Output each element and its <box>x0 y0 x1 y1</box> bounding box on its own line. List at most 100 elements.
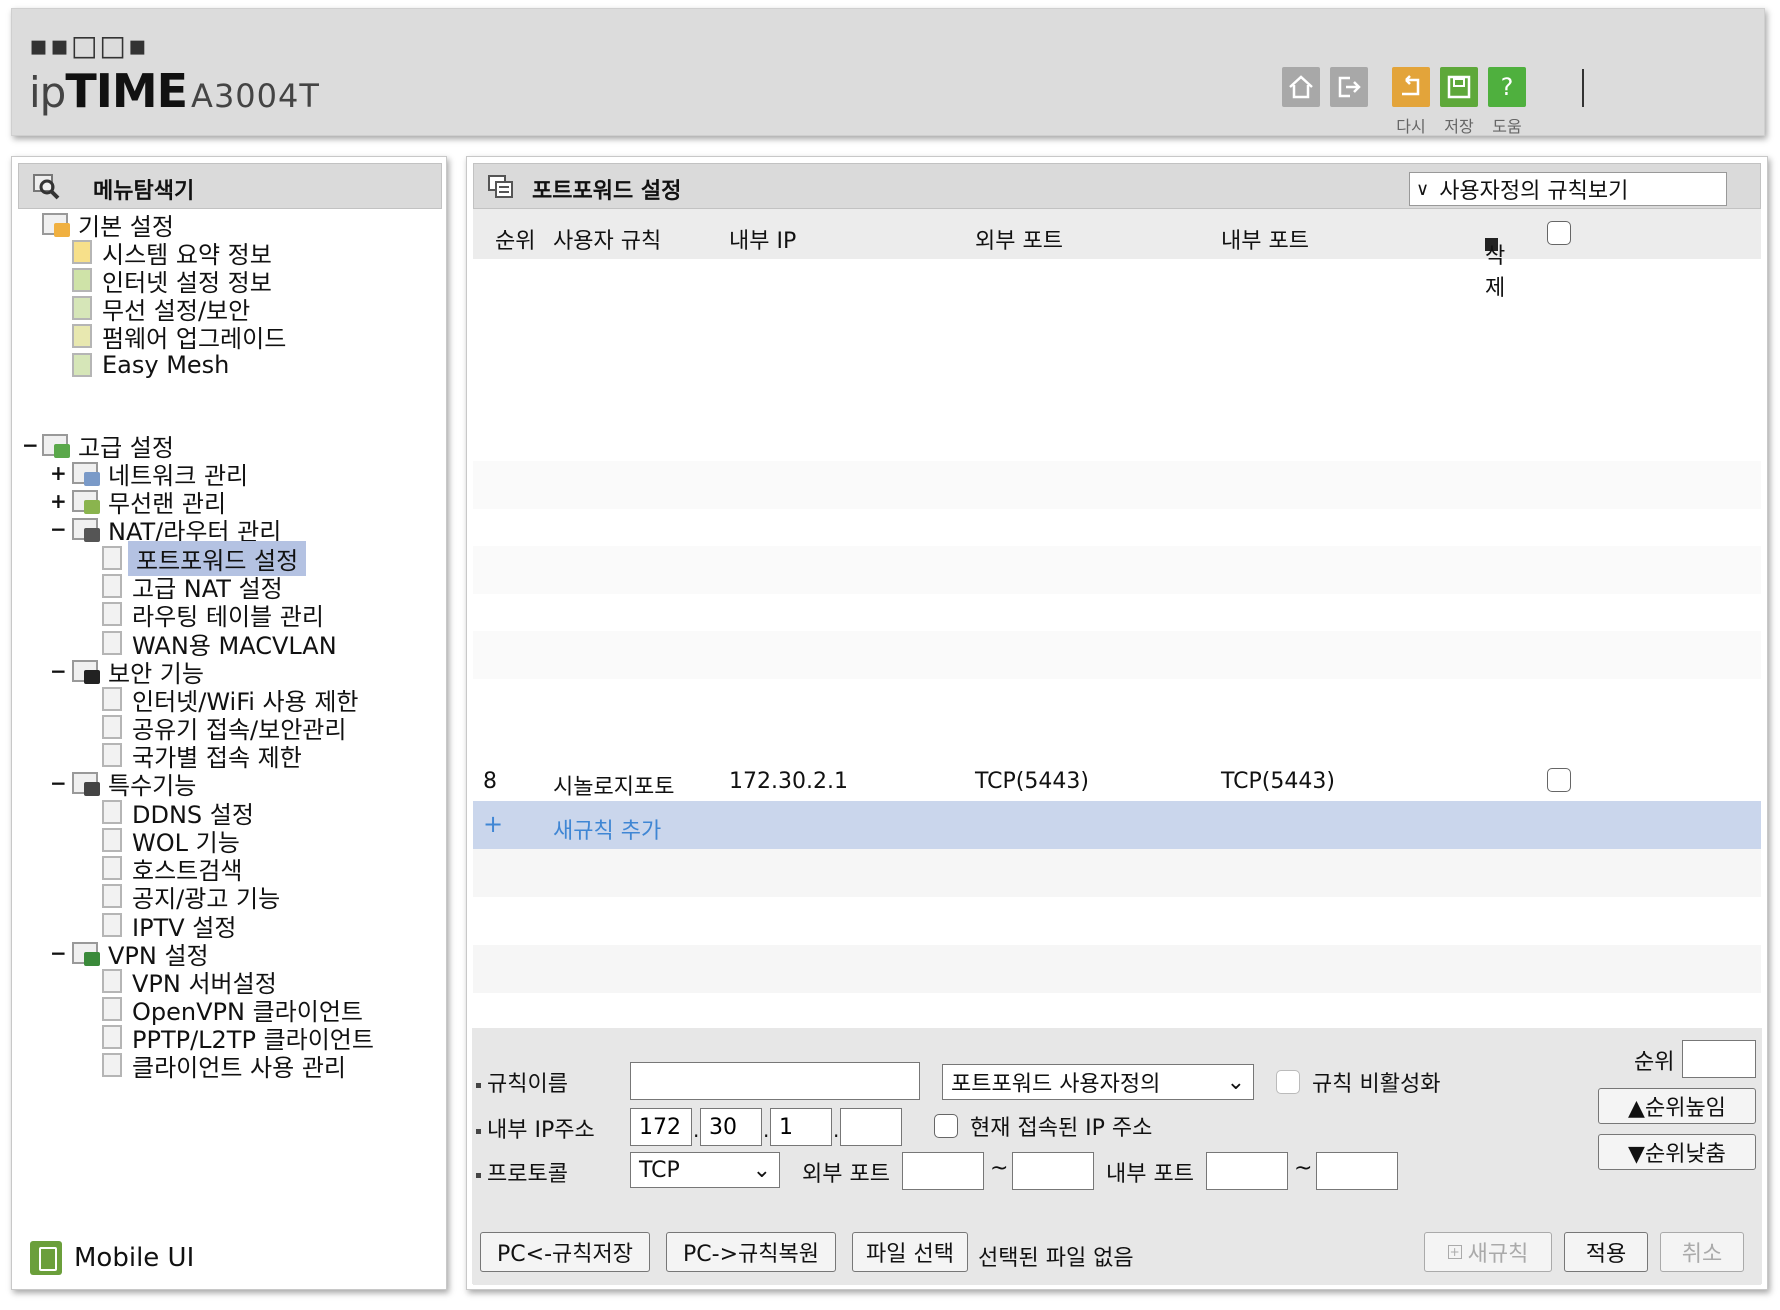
row-internal-ip: 172.30.2.1 <box>729 769 848 794</box>
raise-order-button[interactable]: ▲순위높임 <box>1598 1088 1756 1124</box>
collapse-icon[interactable]: − <box>50 771 67 795</box>
grid-icon <box>72 772 100 796</box>
row-external-port: TCP(5443) <box>975 769 1089 794</box>
empty-row <box>473 631 1761 679</box>
internal-port-end[interactable] <box>1316 1152 1398 1190</box>
collapse-icon[interactable]: − <box>50 659 67 683</box>
page-icon <box>102 913 122 937</box>
file-status: 선택된 파일 없음 <box>978 1246 1134 1271</box>
cancel-button[interactable]: 취소 <box>1660 1232 1744 1272</box>
ip-octet-4[interactable] <box>840 1108 902 1146</box>
collapse-icon[interactable]: − <box>50 517 67 541</box>
expand-icon[interactable]: + <box>50 461 67 485</box>
table-row[interactable]: 8 시놀로지포토 172.30.2.1 TCP(5443) TCP(5443) <box>473 757 1761 805</box>
range-separator: ~ <box>990 1156 1009 1181</box>
order-input[interactable] <box>1682 1040 1756 1078</box>
rule-view-select[interactable]: ∨ 사용자정의 규칙보기 <box>1409 172 1727 206</box>
chart-icon <box>72 240 92 264</box>
phone-icon <box>30 1241 62 1275</box>
internal-port-label: 내부 포트 <box>1106 1162 1194 1187</box>
rule-name-input[interactable] <box>630 1062 920 1100</box>
rule-name-label: 규칙이름 <box>476 1066 568 1098</box>
ip-dot: . <box>693 1118 700 1142</box>
mesh-icon <box>72 353 92 377</box>
page-icon <box>102 574 122 598</box>
folder-icon <box>42 213 70 237</box>
empty-row <box>473 849 1761 897</box>
backup-rules-button[interactable]: PC<-규칙저장 <box>480 1232 650 1272</box>
empty-row <box>473 945 1761 993</box>
upload-icon <box>72 324 92 348</box>
network-icon <box>72 462 100 486</box>
tree-client-usage[interactable]: 클라이언트 사용 관리 <box>102 1050 346 1082</box>
page-icon <box>102 1025 122 1049</box>
ip-octet-3[interactable] <box>770 1108 832 1146</box>
internal-port-start[interactable] <box>1206 1152 1288 1190</box>
empty-row <box>473 897 1761 945</box>
ip-octet-1[interactable] <box>630 1108 692 1146</box>
tree-notice-ad[interactable]: 공지/광고 기능 <box>102 881 280 913</box>
folder-icon <box>42 434 70 458</box>
page-icon <box>102 546 122 570</box>
new-rule-row[interactable]: + 새규칙 추가 <box>473 801 1761 849</box>
plus-icon: + <box>483 810 504 838</box>
disable-rule-checkbox[interactable] <box>1276 1070 1300 1094</box>
tree-easy-mesh[interactable]: Easy Mesh <box>72 350 229 380</box>
reload-label: 다시 <box>1396 117 1426 136</box>
mobile-ui-link[interactable]: Mobile UI <box>30 1241 194 1275</box>
lock-icon <box>72 660 100 684</box>
restore-rules-button[interactable]: PC->규칙복원 <box>666 1232 836 1272</box>
col-order: 순위 <box>495 229 536 254</box>
chevron-down-icon: ∨ <box>1416 178 1430 200</box>
wifi-icon <box>72 490 100 514</box>
new-rule-button[interactable]: + 새규칙 <box>1424 1232 1552 1272</box>
empty-row <box>473 546 1761 594</box>
new-rule-link[interactable]: 새규칙 추가 <box>553 813 661 845</box>
external-port-end[interactable] <box>1012 1152 1094 1190</box>
tree-special[interactable]: − 특수기능 <box>50 768 196 800</box>
current-ip-checkbox[interactable] <box>934 1114 958 1138</box>
external-port-start[interactable] <box>902 1152 984 1190</box>
ip-octet-2[interactable] <box>700 1108 762 1146</box>
external-port-label: 외부 포트 <box>802 1162 890 1187</box>
reload-button[interactable] <box>1392 67 1430 107</box>
select-all-checkbox[interactable] <box>1547 221 1571 245</box>
col-internal-ip: 내부 IP <box>729 229 797 254</box>
page-icon <box>102 800 122 824</box>
chevron-down-icon: ⌄ <box>752 1157 771 1183</box>
protocol-value: TCP <box>639 1157 680 1183</box>
help-button[interactable]: ? <box>1488 67 1526 107</box>
collapse-icon[interactable]: − <box>22 433 39 457</box>
order-label: 순위 <box>1634 1050 1675 1075</box>
protocol-label: 프로토콜 <box>476 1156 568 1188</box>
page-icon <box>102 602 122 626</box>
protocol-select[interactable]: TCP ⌄ <box>630 1152 780 1188</box>
ip-dot: . <box>833 1118 840 1142</box>
lower-order-button[interactable]: ▼순위낮춤 <box>1598 1134 1756 1170</box>
save-button[interactable] <box>1440 67 1478 107</box>
apply-button[interactable]: 적용 <box>1564 1232 1648 1272</box>
page-icon <box>102 969 122 993</box>
logout-button[interactable] <box>1330 67 1368 107</box>
range-separator: ~ <box>1294 1156 1313 1181</box>
page-icon <box>102 856 122 880</box>
page-icon <box>102 884 122 908</box>
home-button[interactable] <box>1282 67 1320 107</box>
vpn-icon <box>72 942 100 966</box>
tree-firmware-upgrade[interactable]: 펌웨어 업그레이드 <box>72 321 286 353</box>
help-label: 도움 <box>1492 117 1522 136</box>
tree-routing-table[interactable]: 라우팅 테이블 관리 <box>102 599 324 631</box>
header-bar: ▪▪□□▪ ipTIME A3004T 다시 저장 ? 도움 <box>11 8 1765 136</box>
row-delete-checkbox[interactable] <box>1547 768 1571 792</box>
question-icon: ? <box>1500 73 1514 101</box>
rule-type-select[interactable]: 포트포워드 사용자정의 ⌄ <box>942 1064 1254 1100</box>
brand-mark: ▪▪□□▪ <box>29 29 149 62</box>
save-label: 저장 <box>1444 117 1474 136</box>
page-icon <box>102 631 122 655</box>
collapse-icon[interactable]: − <box>50 941 67 965</box>
monitor-icon <box>72 268 92 292</box>
brand-logo: ipTIME A3004T <box>29 64 320 118</box>
file-select-button[interactable]: 파일 선택 <box>852 1232 968 1272</box>
tree-nat-router[interactable]: − NAT/라우터 관리 <box>50 514 281 546</box>
expand-icon[interactable]: + <box>50 489 67 513</box>
